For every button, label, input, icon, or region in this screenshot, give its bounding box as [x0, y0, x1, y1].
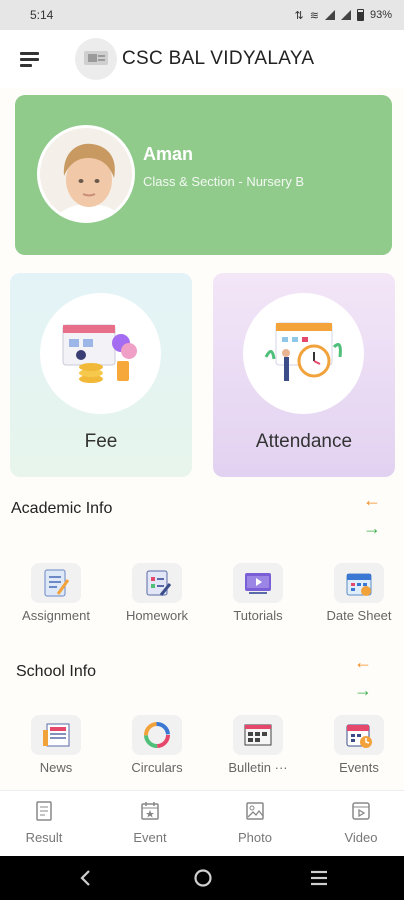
events-label: Events	[339, 760, 379, 775]
hamburger-menu-icon[interactable]	[20, 52, 39, 67]
circulars-label: Circulars	[131, 760, 183, 775]
academic-item-date-sheet[interactable]: Date Sheet	[314, 563, 404, 623]
signal-icon-2	[340, 10, 351, 20]
app-title: CSC BAL VIDYALAYA	[122, 48, 315, 69]
news-label: News	[39, 760, 73, 775]
school-info-title: School Info	[16, 663, 97, 680]
system-navigation-bar	[0, 856, 404, 900]
arrow-right-icon[interactable]: →	[363, 519, 383, 537]
class-section: Class & Section - Nursery B	[143, 174, 305, 189]
school-logo	[75, 38, 117, 80]
attendance-illustration	[243, 293, 364, 414]
photo-icon	[246, 802, 264, 820]
nav-video[interactable]: Video	[326, 801, 396, 845]
recents-icon[interactable]	[310, 870, 328, 886]
academic-info-title: Academic Info	[11, 500, 113, 517]
status-bar: 5:14 ⇅ ≋ 93%	[0, 0, 404, 30]
school-arrows: ← →	[354, 653, 374, 699]
events-icon	[334, 715, 384, 755]
bulletin-label: Bulletin ···	[228, 760, 288, 775]
status-time: 5:14	[30, 8, 54, 22]
home-icon[interactable]	[193, 868, 213, 888]
nav-video-label: Video	[344, 830, 378, 845]
circulars-icon	[132, 715, 182, 755]
signal-icon	[324, 10, 335, 20]
attendance-tile[interactable]: Attendance	[213, 273, 395, 477]
academic-arrows: ← →	[363, 491, 383, 537]
school-item-bulletin[interactable]: Bulletin ···	[213, 715, 303, 775]
tutorials-label: Tutorials	[233, 608, 283, 623]
arrow-right-icon[interactable]: →	[354, 681, 374, 699]
school-item-news[interactable]: News	[11, 715, 101, 775]
homework-label: Homework	[125, 608, 189, 623]
nav-result[interactable]: Result	[9, 801, 79, 845]
vibrate-icon: ⇅	[294, 9, 304, 22]
student-avatar	[37, 125, 135, 223]
nav-event[interactable]: Event	[115, 801, 185, 845]
bottom-nav: Result Event Photo Video	[0, 790, 404, 856]
news-icon	[31, 715, 81, 755]
logo-icon	[84, 51, 108, 65]
arrow-left-icon[interactable]: ←	[363, 491, 383, 509]
academic-item-assignment[interactable]: Assignment	[11, 563, 101, 623]
fee-icon	[62, 324, 137, 383]
attendance-icon	[264, 322, 342, 381]
academic-item-homework[interactable]: Homework	[112, 563, 202, 623]
nav-event-label: Event	[133, 830, 167, 845]
event-icon	[141, 802, 159, 820]
date-sheet-label: Date Sheet	[326, 608, 392, 623]
assignment-label: Assignment	[22, 608, 90, 623]
fee-illustration	[40, 293, 161, 414]
status-icons: ⇅ ≋ 93%	[295, 9, 392, 22]
back-icon[interactable]	[78, 869, 94, 887]
nav-result-label: Result	[25, 830, 63, 845]
tutorials-icon	[233, 563, 283, 603]
app-bar: CSC BAL VIDYALAYA	[0, 30, 404, 88]
school-item-events[interactable]: Events	[314, 715, 404, 775]
academic-item-tutorials[interactable]: Tutorials	[213, 563, 303, 623]
battery-level: 93%	[369, 9, 392, 21]
fee-tile[interactable]: Fee	[10, 273, 192, 477]
bulletin-icon	[233, 715, 283, 755]
assignment-icon	[31, 563, 81, 603]
battery-icon	[356, 9, 364, 21]
result-icon	[36, 801, 52, 821]
arrow-left-icon[interactable]: ←	[354, 653, 374, 671]
school-item-circulars[interactable]: Circulars	[112, 715, 202, 775]
video-icon	[352, 802, 370, 820]
date-sheet-icon	[334, 563, 384, 603]
nav-photo-label: Photo	[238, 830, 272, 845]
attendance-label: Attendance	[255, 431, 353, 452]
nav-photo[interactable]: Photo	[220, 801, 290, 845]
fee-label: Fee	[84, 431, 118, 452]
student-name: Aman	[143, 144, 194, 164]
profile-card[interactable]: Aman Class & Section - Nursery B	[15, 95, 392, 255]
wifi-icon: ≋	[309, 9, 319, 22]
homework-icon	[132, 563, 182, 603]
